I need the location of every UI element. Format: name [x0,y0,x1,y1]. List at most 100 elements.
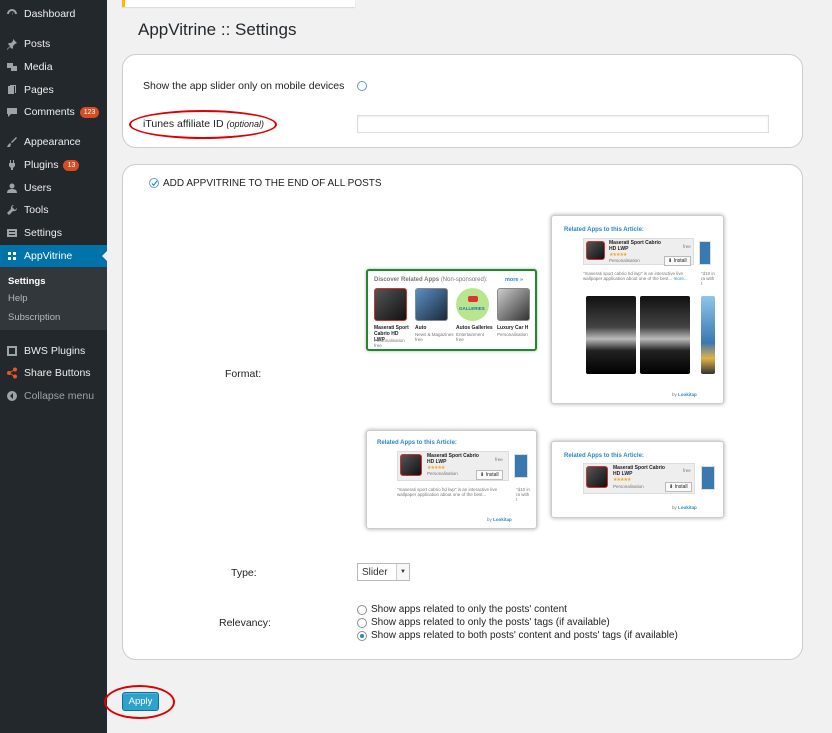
format-option-grid[interactable]: Discover Related Apps (Non-sponsored): m… [366,269,537,351]
appvitrine-icon [6,250,18,262]
app-category: Personalisation [427,471,458,476]
car-icon [468,296,478,302]
discover-title-text: Discover Related Apps [374,277,440,283]
app-description: "maserati sport cabrio hd lwp" is an int… [583,271,694,281]
format-label: Format: [225,368,262,380]
sidebar-item-label: Dashboard [24,8,76,20]
powered-by: by Lookitap [487,517,512,522]
app-thumbnail [586,466,608,488]
app-thumbnail [586,241,605,260]
comments-count-badge: 123 [79,106,100,118]
relevancy-radio-both[interactable] [357,631,367,641]
app-name: Maserati Sport Cabrio HD LWP [613,465,665,477]
app-price: free [683,468,691,473]
sidebar-item-bws-plugins[interactable]: BWS Plugins [0,340,107,362]
sidebar-item-label: Share Buttons [24,367,91,379]
next-app-card [699,241,711,265]
mobile-only-label: Show the app slider only on mobile devic… [143,80,345,92]
download-icon: ⬇ [669,484,674,490]
sidebar-item-label: Users [24,182,52,194]
sidebar-item-appearance[interactable]: Appearance [0,131,107,153]
settings-icon [6,227,18,239]
app-description: "maserati sport cabrio hd lwp" is an int… [397,487,497,497]
itunes-affiliate-input[interactable] [357,115,769,133]
download-icon: ⬇ [668,258,673,264]
install-button: ⬇ Install [664,256,691,266]
more-link: more » [505,277,524,283]
relevancy-radio-tags[interactable] [357,618,367,628]
sidebar-item-plugins[interactable]: Plugins 13 [0,154,107,176]
type-select[interactable]: Slider ▼ [357,563,410,581]
mobile-only-toggle[interactable] [357,81,367,91]
app-category: Personalisation [609,258,640,263]
powered-by: by Lookitap [672,505,697,510]
media-icon [6,61,18,73]
bws-icon [6,345,18,357]
checkmark-icon [151,180,158,187]
sidebar-item-label: Media [24,61,53,73]
app-screenshot [586,296,636,374]
app-price: free [683,244,691,249]
app-thumbnail [415,288,448,321]
next-app-text: "d10 in ra with t [701,271,715,286]
sidebar-item-posts[interactable]: Posts [0,33,107,55]
plugins-update-badge: 13 [63,159,80,171]
collapse-menu-button[interactable]: Collapse menu [0,385,107,407]
wrench-icon [6,204,18,216]
download-icon: ⬇ [480,472,485,478]
related-title: Related Apps to this Article: [564,453,644,459]
relevancy-option-label: Show apps related to only the posts' tag… [371,617,610,628]
appvitrine-submenu: Settings Help Subscription [0,267,107,330]
format-option-medium-slider[interactable]: Related Apps to this Article: Maserati S… [366,430,537,529]
next-app-screenshot [701,296,715,374]
sidebar-item-users[interactable]: Users [0,177,107,199]
app-price: free [495,457,503,462]
sidebar-item-label: Settings [24,227,62,239]
desc-text: "maserati sport cabrio hd lwp" is an int… [583,271,683,281]
next-app-card [514,454,528,478]
install-label: Install [485,472,499,478]
dropdown-arrow-icon: ▼ [396,564,409,580]
discover-subtitle: (Non-sponsored): [440,277,488,283]
install-button: ⬇ Install [665,482,692,492]
app-category: Personalisation [613,484,644,489]
general-settings-panel: Show the app slider only on mobile devic… [122,54,803,148]
sidebar-item-share-buttons[interactable]: Share Buttons [0,362,107,384]
sidebar-item-pages[interactable]: Pages [0,79,107,101]
relevancy-radio-content[interactable] [357,605,367,615]
app-thumbnail [497,288,530,321]
sidebar-item-label: Posts [24,38,51,50]
pin-icon [6,38,18,50]
discover-title: Discover Related Apps (Non-sponsored): [374,277,488,283]
sidebar-item-dashboard[interactable]: Dashboard [0,3,107,25]
sidebar-item-appvitrine[interactable]: AppVitrine [0,245,107,267]
by-text: by [672,392,677,397]
sidebar-item-label: AppVitrine [24,250,73,262]
app-name: Maserati Sport Cabrio HD LWP [609,240,661,252]
app-name: Maserati Sport Cabrio HD LWP [427,453,479,465]
submenu-item-subscription[interactable]: Subscription [8,312,60,323]
format-option-large-slider[interactable]: Related Apps to this Article: Maserati S… [551,215,724,404]
install-button: ⬇ Install [476,470,503,480]
sidebar-item-tools[interactable]: Tools [0,199,107,221]
type-label: Type: [231,567,257,579]
admin-sidebar: Dashboard Posts Media Pages Comments 123… [0,0,107,733]
sidebar-item-comments[interactable]: Comments 123 [0,101,107,123]
apply-button[interactable]: Apply [122,692,159,711]
sidebar-item-settings[interactable]: Settings [0,222,107,244]
add-to-posts-label: ADD APPVITRINE TO THE END OF ALL POSTS [163,178,382,189]
sidebar-item-media[interactable]: Media [0,56,107,78]
relevancy-option-label: Show apps related to both posts' content… [371,630,678,641]
submenu-item-settings[interactable]: Settings [8,276,45,287]
rating-stars: ★★★★★ [613,477,631,483]
relevancy-label: Relevancy: [219,617,271,629]
next-app-text: "d10 in ra with t [516,487,530,502]
add-to-posts-checkbox[interactable] [149,178,159,188]
install-label: Install [674,484,688,490]
format-option-compact-slider[interactable]: Related Apps to this Article: Maserati S… [551,441,724,518]
next-app-card [701,466,715,490]
related-title: Related Apps to this Article: [377,440,457,446]
brand-name: Lookitap [493,517,512,522]
submenu-item-help[interactable]: Help [8,293,28,304]
type-select-value: Slider [362,566,388,578]
